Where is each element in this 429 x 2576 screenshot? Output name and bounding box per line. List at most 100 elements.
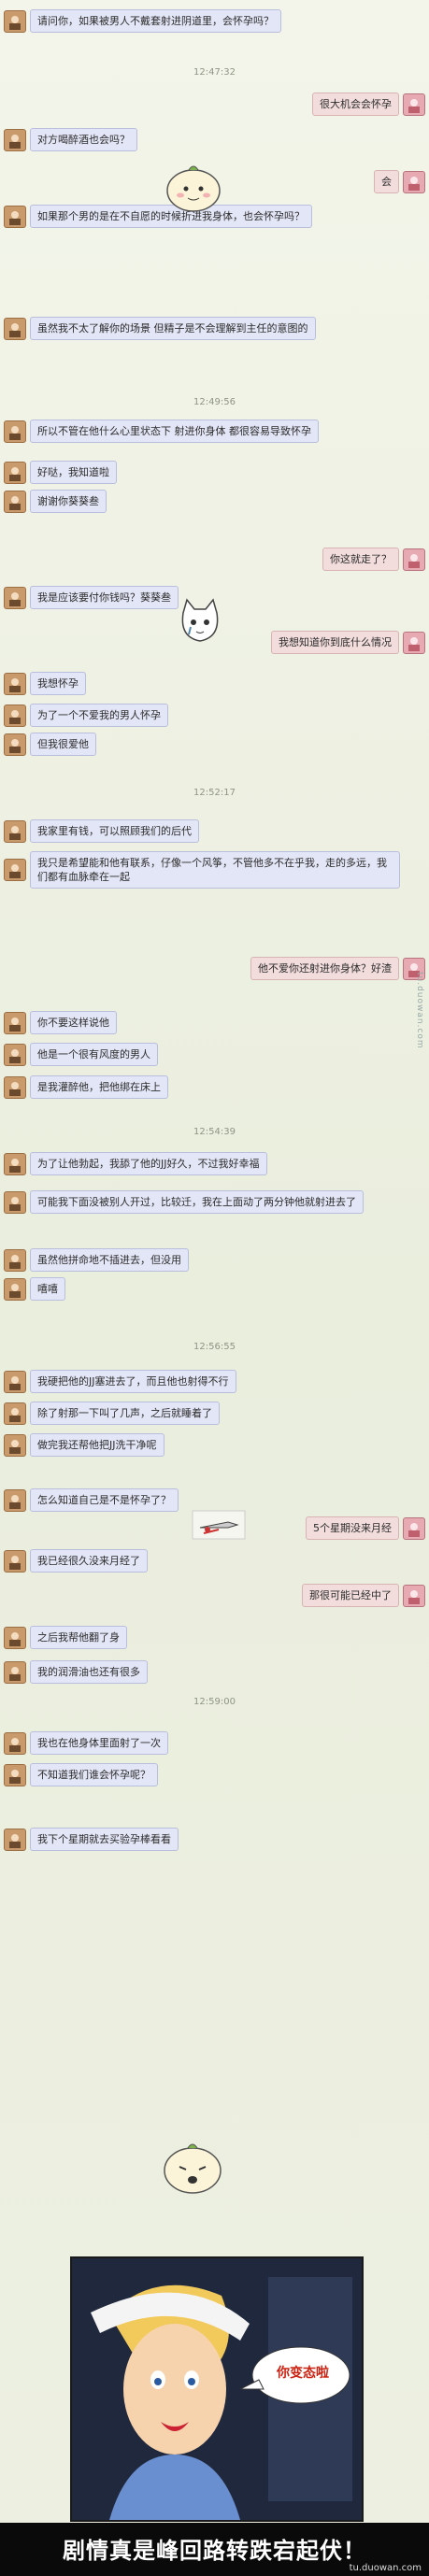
message-bubble[interactable]: 虽然他拼命地不插进去，但没用 xyxy=(30,1248,189,1272)
message-row-left: 我家里有钱，可以照顾我们的后代 xyxy=(0,819,199,843)
message-bubble[interactable]: 我家里有钱，可以照顾我们的后代 xyxy=(30,819,199,843)
message-row-right: 那很可能已经中了 xyxy=(302,1584,429,1607)
user-avatar-icon[interactable] xyxy=(4,859,26,881)
reply-avatar-icon[interactable] xyxy=(403,170,425,193)
message-bubble[interactable]: 请问你，如果被男人不戴套射进阴道里，会怀孕吗？ xyxy=(30,9,281,33)
message-row-right: 我想知道你到底什么情况 xyxy=(271,631,429,654)
message-bubble[interactable]: 那很可能已经中了 xyxy=(302,1584,399,1607)
user-avatar-icon[interactable] xyxy=(4,1075,26,1099)
user-avatar-icon[interactable] xyxy=(4,1433,26,1457)
message-bubble[interactable]: 很大机会会怀孕 xyxy=(312,93,399,116)
message-row-left: 我也在他身体里面射了一次 xyxy=(0,1731,168,1755)
site-watermark: tu.duowan.com xyxy=(349,2563,422,2573)
user-avatar-icon[interactable] xyxy=(4,9,26,33)
message-bubble[interactable]: 为了一个不爱我的男人怀孕 xyxy=(30,704,168,727)
message-bubble[interactable]: 会 xyxy=(374,170,399,193)
message-bubble[interactable]: 怎么知道自己是不是怀孕了？ xyxy=(30,1488,179,1512)
message-bubble[interactable]: 5个星期没来月经 xyxy=(306,1516,399,1540)
user-avatar-icon[interactable] xyxy=(4,1190,26,1214)
message-row-left: 是我灌醉他，把他绑在床上 xyxy=(0,1075,168,1099)
message-bubble[interactable]: 他不爱你还射进你身体？好渣 xyxy=(250,957,399,980)
message-bubble[interactable]: 我也在他身体里面射了一次 xyxy=(30,1731,168,1755)
message-bubble[interactable]: 之后我帮他翻了身 xyxy=(30,1626,127,1649)
user-avatar-icon[interactable] xyxy=(4,1828,26,1851)
message-row-left: 所以不管在他什么心里状态下 射进你身体 都很容易导致怀孕 xyxy=(0,420,319,443)
message-bubble[interactable]: 嘻嘻 xyxy=(30,1277,65,1301)
reply-avatar-icon[interactable] xyxy=(403,548,425,571)
message-bubble[interactable]: 所以不管在他什么心里状态下 射进你身体 都很容易导致怀孕 xyxy=(30,420,319,443)
message-bubble[interactable]: 谢谢你葵葵叁 xyxy=(30,490,107,513)
reply-avatar-icon[interactable] xyxy=(403,1584,425,1607)
user-avatar-icon[interactable] xyxy=(4,317,26,340)
message-bubble[interactable]: 我硬把他的JJ塞进去了，而且他也射得不行 xyxy=(30,1370,236,1393)
user-avatar-icon[interactable] xyxy=(4,704,26,727)
message-row-right: 你这就走了？ xyxy=(322,548,429,571)
message-bubble[interactable]: 为了让他勃起，我舔了他的JJ好久，不过我好幸福 xyxy=(30,1152,267,1175)
user-avatar-icon[interactable] xyxy=(4,1277,26,1301)
message-bubble[interactable]: 你不要这样说他 xyxy=(30,1011,117,1034)
user-avatar-icon[interactable] xyxy=(4,1549,26,1573)
message-bubble[interactable]: 我只是希望能和他有联系，仔像一个风筝，不管他多不在乎我，走的多远，我们都有血脉牵… xyxy=(30,851,400,889)
message-row-left: 除了射那一下叫了几声，之后就睡着了 xyxy=(0,1402,220,1425)
message-row-left: 谢谢你葵葵叁 xyxy=(0,490,107,513)
message-bubble[interactable]: 我想知道你到底什么情况 xyxy=(271,631,399,654)
message-row-left: 对方喝醉酒也会吗？ xyxy=(0,128,137,151)
reply-avatar-icon[interactable] xyxy=(403,1516,425,1540)
chat-page: 请问你，如果被男人不戴套射进阴道里，会怀孕吗？ 12:47:32 很大机会会怀孕 对方… xyxy=(0,0,429,2576)
user-avatar-icon[interactable] xyxy=(4,1152,26,1175)
message-bubble[interactable]: 我的润滑油也还有很多 xyxy=(30,1660,148,1684)
user-avatar-icon[interactable] xyxy=(4,1043,26,1066)
side-watermark: tu.duowan.com xyxy=(415,972,424,1049)
message-bubble[interactable]: 除了射那一下叫了几声，之后就睡着了 xyxy=(30,1402,220,1425)
message-bubble[interactable]: 好哒，我知道啦 xyxy=(30,461,117,484)
timestamp: 12:59:00 xyxy=(193,1697,236,1707)
cartoon-image: 你变态啦 xyxy=(70,2256,364,2522)
message-bubble[interactable]: 我想怀孕 xyxy=(30,672,86,695)
cat-sticker xyxy=(174,596,226,648)
timestamp: 12:49:56 xyxy=(193,397,236,407)
user-avatar-icon[interactable] xyxy=(4,1660,26,1684)
message-bubble[interactable]: 我下个星期就去买验孕棒看看 xyxy=(30,1828,179,1851)
user-avatar-icon[interactable] xyxy=(4,1731,26,1755)
user-avatar-icon[interactable] xyxy=(4,205,26,228)
message-bubble[interactable]: 我是应该要付你钱吗？葵葵叁 xyxy=(30,586,179,609)
message-bubble[interactable]: 你这就走了？ xyxy=(322,548,399,571)
user-avatar-icon[interactable] xyxy=(4,733,26,756)
egg-sticker-2 xyxy=(157,2135,228,2197)
message-bubble[interactable]: 他是一个很有风度的男人 xyxy=(30,1043,158,1066)
user-avatar-icon[interactable] xyxy=(4,1488,26,1512)
message-row-left: 为了一个不爱我的男人怀孕 xyxy=(0,704,168,727)
message-bubble[interactable]: 不知道我们谁会怀孕呢？ xyxy=(30,1763,158,1786)
user-avatar-icon[interactable] xyxy=(4,1370,26,1393)
user-avatar-icon[interactable] xyxy=(4,1763,26,1786)
message-bubble[interactable]: 做完我还帮他把JJ洗干净呢 xyxy=(30,1433,164,1457)
user-avatar-icon[interactable] xyxy=(4,128,26,151)
message-row-left: 你不要这样说他 xyxy=(0,1011,117,1034)
user-avatar-icon[interactable] xyxy=(4,1011,26,1034)
message-row-left: 可能我下面没被别人开过，比较迁，我在上面动了两分钟他就射进去了 xyxy=(0,1190,364,1214)
user-avatar-icon[interactable] xyxy=(4,1402,26,1425)
message-bubble[interactable]: 可能我下面没被别人开过，比较迁，我在上面动了两分钟他就射进去了 xyxy=(30,1190,364,1214)
reply-avatar-icon[interactable] xyxy=(403,631,425,654)
message-bubble[interactable]: 对方喝醉酒也会吗？ xyxy=(30,128,137,151)
message-bubble[interactable]: 我已经很久没来月经了 xyxy=(30,1549,148,1573)
message-row-left: 我已经很久没来月经了 xyxy=(0,1549,148,1573)
reply-avatar-icon[interactable] xyxy=(403,93,425,116)
user-avatar-icon[interactable] xyxy=(4,586,26,609)
message-row-left: 为了让他勃起，我舔了他的JJ好久，不过我好幸福 xyxy=(0,1152,267,1175)
user-avatar-icon[interactable] xyxy=(4,1248,26,1272)
user-avatar-icon[interactable] xyxy=(4,1626,26,1649)
user-avatar-icon[interactable] xyxy=(4,819,26,843)
message-row-left: 我是应该要付你钱吗？葵葵叁 xyxy=(0,586,179,609)
caption-banner: 剧情真是峰回路转跌宕起伏！ tu.duowan.com xyxy=(0,2523,429,2576)
message-bubble[interactable]: 虽然我不太了解你的场景 但精子是不会理解到主任的意图的 xyxy=(30,317,316,340)
user-avatar-icon[interactable] xyxy=(4,461,26,484)
message-row-left: 虽然他拼命地不插进去，但没用 xyxy=(0,1248,189,1272)
message-row-left: 怎么知道自己是不是怀孕了？ xyxy=(0,1488,179,1512)
user-avatar-icon[interactable] xyxy=(4,420,26,443)
message-row-left: 我只是希望能和他有联系，仔像一个风筝，不管他多不在乎我，走的多远，我们都有血脉牵… xyxy=(0,851,400,889)
user-avatar-icon[interactable] xyxy=(4,490,26,513)
message-bubble[interactable]: 但我很爱他 xyxy=(30,733,96,756)
user-avatar-icon[interactable] xyxy=(4,672,26,695)
message-bubble[interactable]: 是我灌醉他，把他绑在床上 xyxy=(30,1075,168,1099)
